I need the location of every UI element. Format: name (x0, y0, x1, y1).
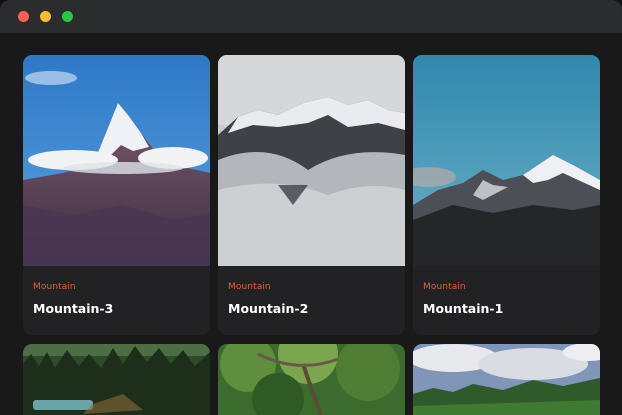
card-image-tree-canopy (218, 344, 405, 415)
card-category: Mountain (228, 282, 271, 292)
card-image-cloudy-treeline (413, 344, 600, 415)
close-window-button[interactable] (18, 11, 29, 22)
card-image-snowy-peak (23, 55, 210, 266)
card-forest-lake[interactable] (23, 344, 210, 415)
minimize-window-button[interactable] (40, 11, 51, 22)
card-category: Mountain (423, 282, 466, 292)
card-image-pine-forest (23, 344, 210, 415)
card-image-snow-ridge (413, 55, 600, 266)
card-image-misty-ridge (218, 55, 405, 266)
card-title[interactable]: Mountain-1 (423, 301, 503, 316)
card-cloudy-sky[interactable] (413, 344, 600, 415)
card-mountain-3[interactable]: Mountain Mountain-3 (23, 55, 210, 335)
card-title[interactable]: Mountain-2 (228, 301, 308, 316)
title-bar (0, 0, 622, 33)
app-window: Mountain Mountain-3 Mountain Mountain-2 (0, 0, 622, 415)
card-mountain-2[interactable]: Mountain Mountain-2 (218, 55, 405, 335)
card-tree-canopy[interactable] (218, 344, 405, 415)
maximize-window-button[interactable] (62, 11, 73, 22)
card-title[interactable]: Mountain-3 (33, 301, 113, 316)
card-mountain-1[interactable]: Mountain Mountain-1 (413, 55, 600, 335)
card-category: Mountain (33, 282, 76, 292)
